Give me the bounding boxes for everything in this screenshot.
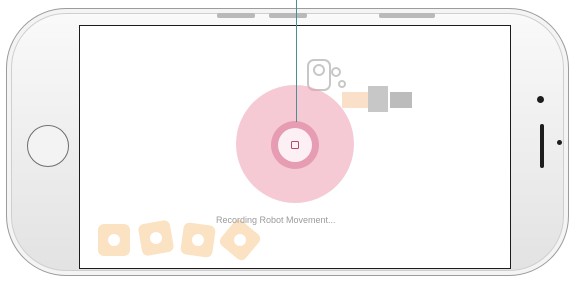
stop-square-icon[interactable]: [291, 141, 299, 149]
cable-line: [296, 0, 297, 122]
stage: Recording Robot Movement...: [0, 0, 575, 281]
front-camera: [537, 96, 544, 103]
proximity-sensor: [557, 140, 562, 145]
phone-screen: Recording Robot Movement...: [79, 25, 511, 269]
power-button: [379, 13, 435, 18]
volume-up-button: [217, 13, 255, 18]
earpiece-speaker: [540, 124, 544, 168]
volume-down-button: [269, 13, 307, 18]
recording-status-text: Recording Robot Movement...: [216, 215, 336, 225]
home-button[interactable]: [27, 125, 69, 167]
